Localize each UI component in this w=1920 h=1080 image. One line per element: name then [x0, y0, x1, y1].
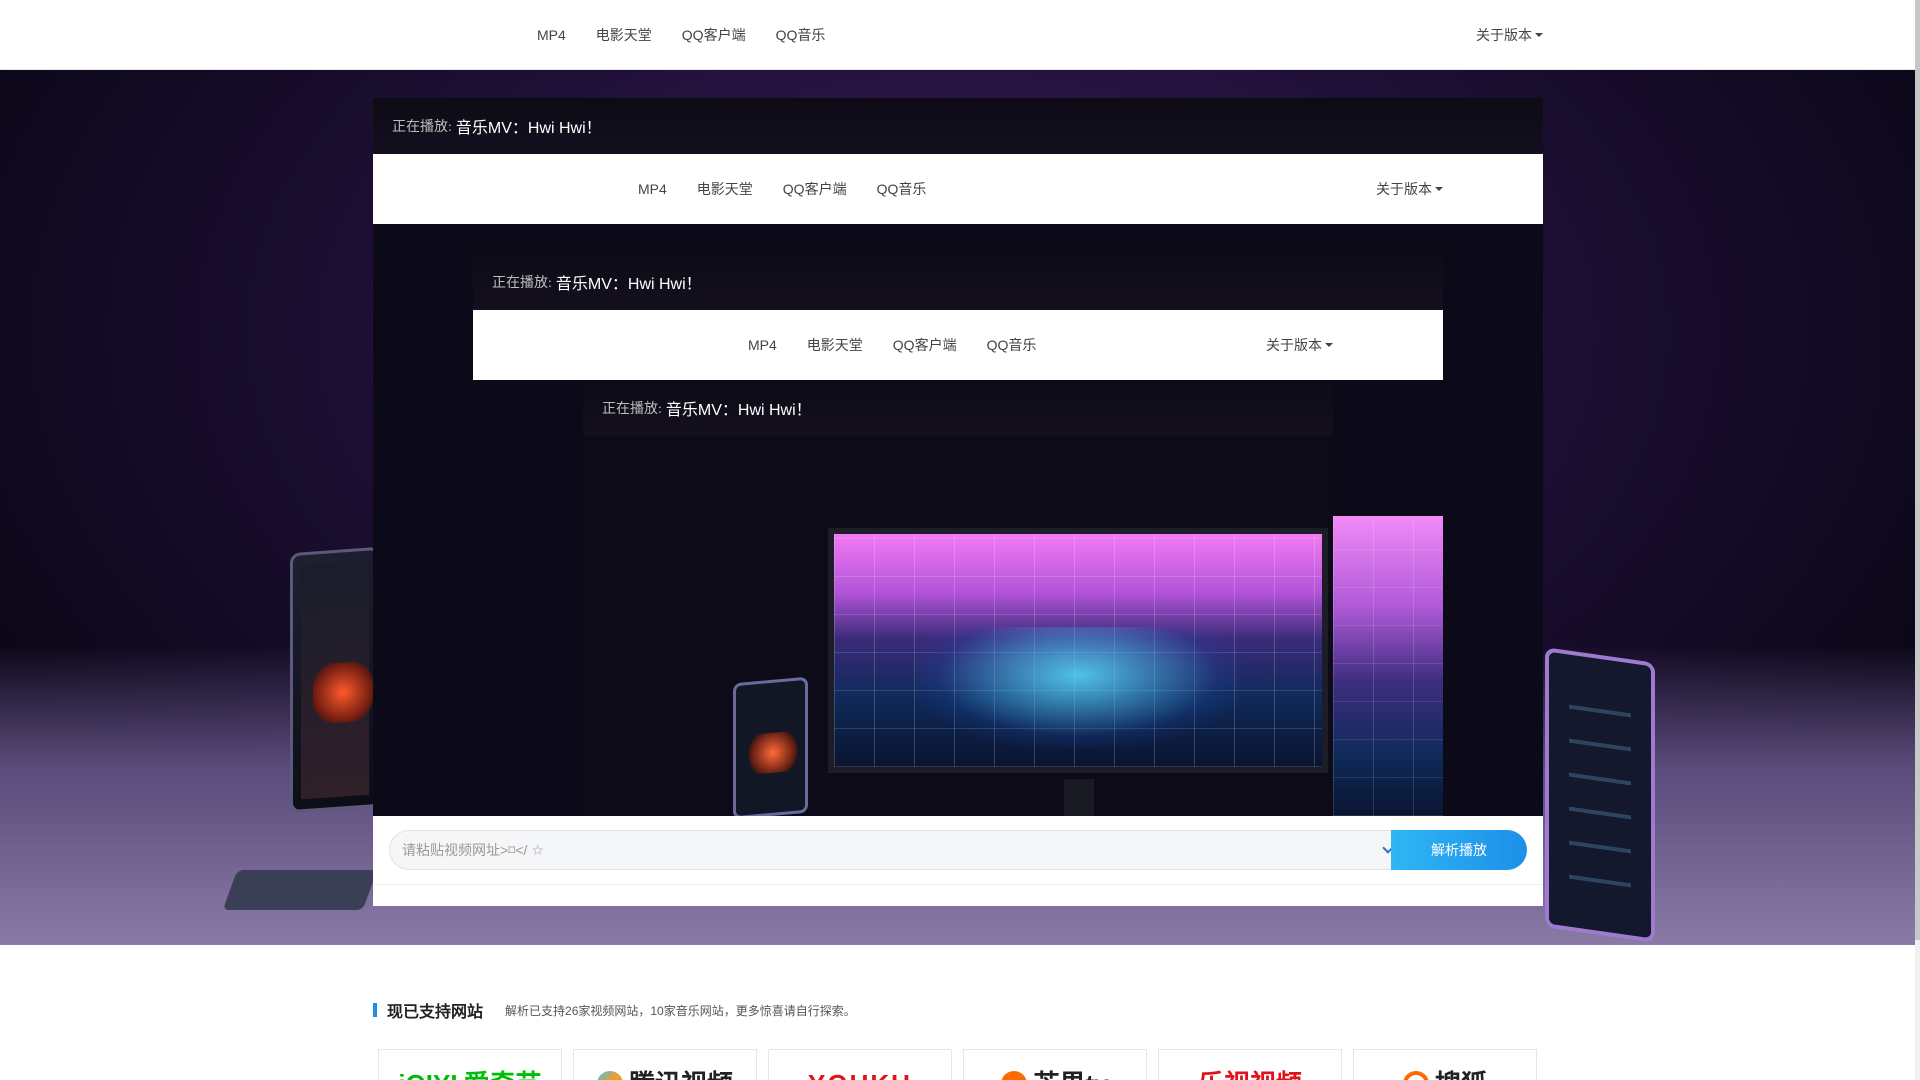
letv-card[interactable]: 乐视视频 — [1158, 1049, 1342, 1080]
now-playing-bar: 正在播放: 音乐MV：Hwi Hwi！ — [583, 380, 1333, 436]
decor-monitor-stand — [1064, 779, 1094, 816]
mango-tv-logo-text: 芒果tv — [1033, 1071, 1108, 1080]
video-url-input[interactable]: 请粘贴视频网址>⌑</ ☆ — [389, 830, 1399, 870]
video-url-placeholder: 请粘贴视频网址>⌑</ ☆ — [402, 842, 544, 858]
now-playing-bar: 正在播放: 音乐MV：Hwi Hwi！ — [373, 98, 1543, 154]
nav-links: MP4 电影天堂 QQ客户端 QQ音乐 — [638, 154, 956, 224]
nav-links: MP4 电影天堂 QQ客户端 QQ音乐 — [748, 310, 1066, 380]
decor-phone-small — [733, 676, 808, 816]
tencent-video-card[interactable]: 腾讯视频 — [573, 1049, 757, 1080]
now-playing-title: 音乐MV：Hwi Hwi！ — [555, 276, 702, 293]
top-navbar: MP4 电影天堂 QQ客户端 QQ音乐 关于版本 — [0, 0, 1915, 70]
about-version-label: 关于版本 — [1266, 337, 1322, 353]
sohu-card[interactable]: 搜狐 — [1353, 1049, 1537, 1080]
player-frame-2: 正在播放: 音乐MV：Hwi Hwi！ MP4 电影天堂 QQ客户端 QQ音乐 … — [473, 254, 1443, 816]
mango-tv-card[interactable]: 芒果tv — [963, 1049, 1147, 1080]
divider — [373, 884, 1543, 885]
caret-down-icon — [1325, 343, 1333, 347]
nav-link-qq-client[interactable]: QQ客户端 — [893, 335, 957, 355]
decor-phone-left-artwork — [313, 660, 373, 725]
iqiyi-logo: iQIYI 爱奇艺 — [398, 1071, 541, 1080]
sohu-logo: 搜狐 — [1402, 1071, 1487, 1080]
caret-down-icon — [1435, 187, 1443, 191]
parse-form: 请粘贴视频网址>⌑</ ☆ 解析播放 — [373, 816, 1543, 906]
nav-link-qq-music[interactable]: QQ音乐 — [877, 179, 927, 199]
nav-link-qq-client[interactable]: QQ客户端 — [682, 25, 746, 45]
decor-grid — [1333, 516, 1443, 816]
caret-down-icon — [1535, 33, 1543, 37]
supported-sites-header: 现已支持网站 解析已支持26家视频网站，10家音乐网站，更多惊喜请自行探索。 — [373, 998, 856, 1022]
iqiyi-logo-mark: iQIYI — [398, 1071, 457, 1080]
nav-links: MP4 电影天堂 QQ客户端 QQ音乐 — [537, 0, 855, 70]
now-playing-title: 音乐MV：Hwi Hwi！ — [455, 120, 602, 137]
about-version-dropdown[interactable]: 关于版本 — [1376, 154, 1443, 224]
decor-tablet-right-2 — [1545, 647, 1655, 943]
sohu-logo-text: 搜狐 — [1435, 1071, 1487, 1080]
mango-tv-logo: 芒果tv — [1001, 1071, 1109, 1080]
sohu-icon — [1402, 1071, 1429, 1080]
decor-phone-small-artwork — [748, 730, 798, 775]
tencent-video-play-icon — [596, 1071, 623, 1080]
parse-play-button[interactable]: 解析播放 — [1391, 830, 1527, 870]
section-accent-bar — [373, 1003, 377, 1017]
now-playing-label: 正在播放: — [392, 120, 452, 135]
section-title: 现已支持网站 — [387, 1004, 484, 1021]
player-frame-3: 正在播放: 音乐MV：Hwi Hwi！ — [583, 380, 1333, 816]
letv-logo: 乐视视频 — [1198, 1071, 1302, 1080]
embedded-navbar: MP4 电影天堂 QQ客户端 QQ音乐 关于版本 — [373, 154, 1543, 224]
page-scrollbar[interactable] — [1915, 0, 1920, 1080]
now-playing-label: 正在播放: — [602, 402, 662, 417]
nav-link-mp4[interactable]: MP4 — [537, 27, 566, 43]
player-frame-1: 正在播放: 音乐MV：Hwi Hwi！ MP4 电影天堂 QQ客户端 QQ音乐 … — [373, 98, 1543, 816]
nav-link-qq-music[interactable]: QQ音乐 — [987, 335, 1037, 355]
nav-link-movie-heaven[interactable]: 电影天堂 — [807, 335, 863, 355]
iqiyi-card[interactable]: iQIYI 爱奇艺 — [378, 1049, 562, 1080]
about-version-dropdown[interactable]: 关于版本 — [1476, 0, 1543, 70]
tencent-video-logo-text: 腾讯视频 — [629, 1071, 733, 1080]
decor-keyboard-left — [222, 870, 378, 910]
supported-sites-list: iQIYI 爱奇艺 腾讯视频 YOUKU 芒果tv 乐视视频 搜狐 — [378, 1049, 1537, 1080]
decor-monitor-side — [1333, 516, 1443, 816]
nav-link-movie-heaven[interactable]: 电影天堂 — [596, 25, 652, 45]
nav-link-movie-heaven[interactable]: 电影天堂 — [697, 179, 753, 199]
iqiyi-logo-text: 爱奇艺 — [464, 1071, 542, 1080]
youku-card[interactable]: YOUKU — [768, 1049, 952, 1080]
now-playing-label: 正在播放: — [492, 276, 552, 291]
youku-logo: YOUKU — [808, 1071, 912, 1080]
decor-phone-left — [290, 546, 380, 814]
embedded-navbar: MP4 电影天堂 QQ客户端 QQ音乐 关于版本 — [473, 310, 1443, 380]
mango-tv-icon — [1001, 1071, 1028, 1080]
scrollbar-thumb[interactable] — [1915, 0, 1920, 940]
about-version-label: 关于版本 — [1476, 27, 1532, 43]
nav-link-mp4[interactable]: MP4 — [638, 181, 667, 197]
video-monitor-artwork — [828, 528, 1328, 773]
nav-link-qq-client[interactable]: QQ客户端 — [783, 179, 847, 199]
decor-tablet-right-2-screen — [1569, 674, 1631, 916]
about-version-label: 关于版本 — [1376, 181, 1432, 197]
nav-link-qq-music[interactable]: QQ音乐 — [776, 25, 826, 45]
now-playing-title: 音乐MV：Hwi Hwi！ — [665, 402, 812, 419]
tencent-video-logo: 腾讯视频 — [596, 1071, 733, 1080]
nav-link-mp4[interactable]: MP4 — [748, 337, 777, 353]
section-description: 解析已支持26家视频网站，10家音乐网站，更多惊喜请自行探索。 — [505, 1003, 856, 1018]
decor-glow — [914, 627, 1242, 747]
now-playing-bar: 正在播放: 音乐MV：Hwi Hwi！ — [473, 254, 1443, 310]
about-version-dropdown[interactable]: 关于版本 — [1266, 310, 1333, 380]
